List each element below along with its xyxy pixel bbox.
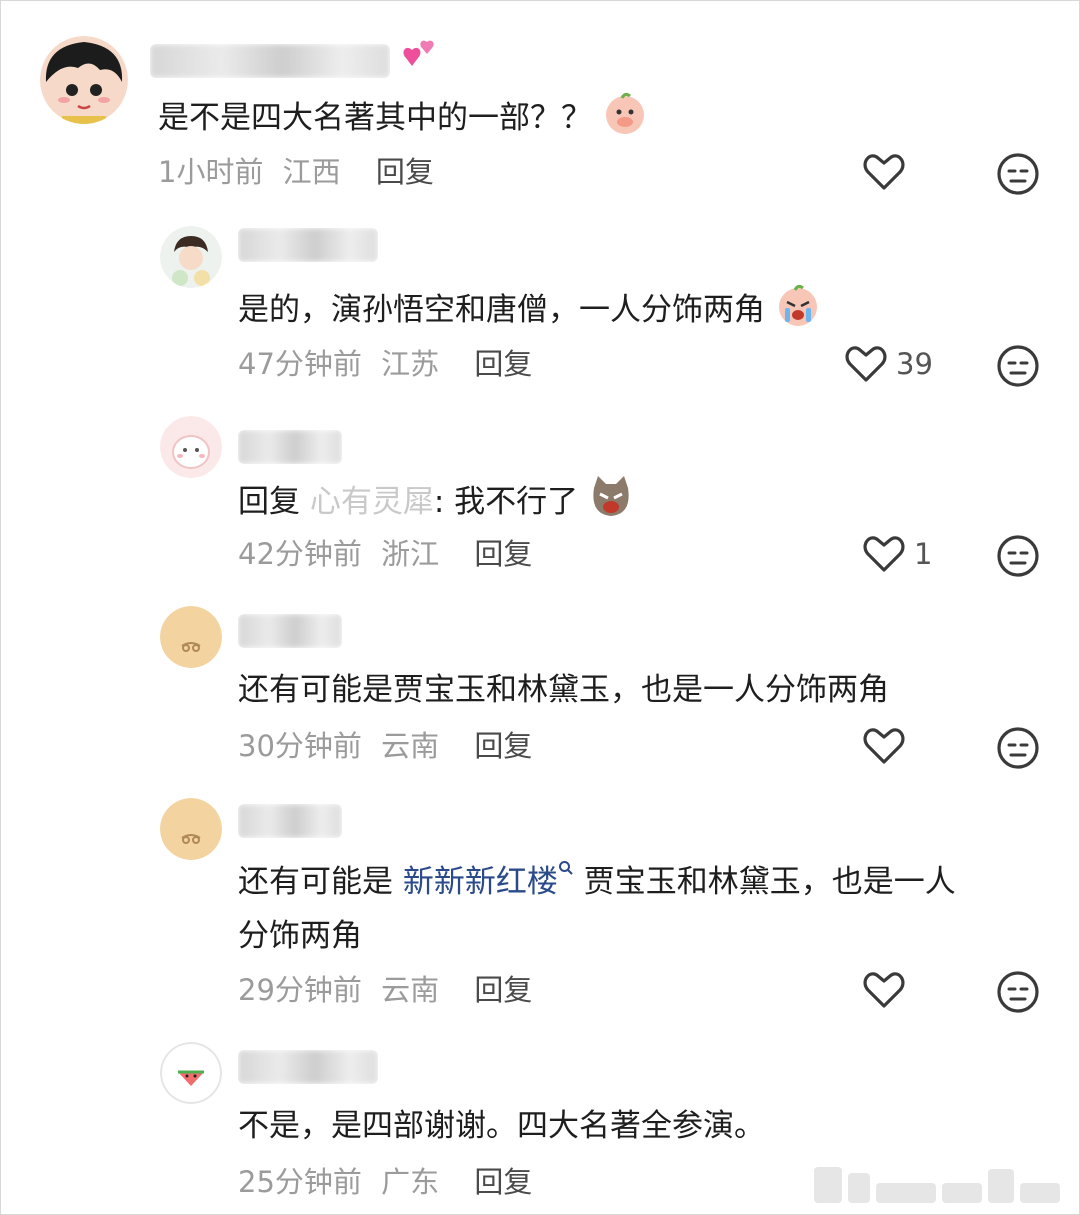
comment-text-content: : 我不行了 (433, 484, 579, 520)
reply-button[interactable]: 回复 (376, 155, 434, 189)
avatar-comment-3[interactable] (160, 416, 222, 478)
neutral-face-icon (997, 727, 1039, 769)
comment-text-line-2: 分饰两角 (238, 910, 362, 962)
heart-outline-icon (863, 728, 905, 764)
like-count: 39 (896, 347, 933, 381)
comment-location: 江苏 (381, 347, 440, 381)
like-button[interactable] (862, 726, 906, 766)
comment-time: 42分钟前 (238, 537, 362, 571)
comment-text: 还有可能是贾宝玉和林黛玉，也是一人分饰两角 (238, 664, 889, 716)
comment-meta: 1小时前 江西 回复 (158, 152, 434, 192)
comment-text: 是的，演孙悟空和唐僧，一人分饰两角 (238, 282, 821, 336)
avatar-comment-4[interactable] (160, 606, 222, 668)
dislike-button[interactable] (996, 344, 1040, 392)
comment-location: 浙江 (381, 537, 440, 571)
reply-button[interactable]: 回复 (474, 347, 532, 381)
comment-text-content: 是不是四大名著其中的一部？？ (158, 100, 592, 136)
comment-text: 不是，是四部谢谢。四大名著全参演。 (238, 1100, 765, 1152)
heart-outline-icon (863, 536, 905, 572)
reply-button[interactable]: 回复 (474, 537, 532, 571)
comment-meta: 25分钟前 广东 回复 (238, 1162, 532, 1202)
username-blurred[interactable] (238, 430, 342, 464)
avatar-comment-6[interactable] (160, 1042, 222, 1104)
heart-outline-icon (863, 154, 905, 190)
heart-outline-icon (845, 346, 887, 382)
username-blurred[interactable] (238, 1050, 378, 1084)
comment-time: 1小时前 (158, 155, 264, 189)
search-icon[interactable] (558, 860, 574, 876)
dislike-button[interactable] (996, 970, 1040, 1018)
watermark (814, 1167, 1060, 1203)
comment-time: 29分钟前 (238, 973, 362, 1007)
comment-meta: 42分钟前 浙江 回复 (238, 534, 532, 574)
username-blurred[interactable] (150, 44, 390, 78)
comment-text: 回复 心有灵犀: 我不行了 (238, 474, 634, 528)
neutral-face-icon (997, 153, 1039, 195)
avatar-comment-2[interactable] (160, 226, 222, 288)
neutral-face-icon (997, 535, 1039, 577)
comment-location: 江西 (282, 155, 341, 189)
dislike-button[interactable] (996, 534, 1040, 582)
like-button[interactable]: 1 (862, 534, 932, 574)
reply-button[interactable]: 回复 (474, 1165, 532, 1199)
neutral-face-icon (997, 971, 1039, 1013)
crying-cat-emoji (593, 476, 629, 516)
comment-text-content: 还有可能是贾宝玉和林黛玉，也是一人分饰两角 (238, 672, 889, 708)
comment-text-content: 是的，演孙悟空和唐僧，一人分饰两角 (238, 292, 765, 328)
comment-meta: 29分钟前 云南 回复 (238, 970, 532, 1010)
dislike-button[interactable] (996, 726, 1040, 774)
like-button[interactable]: 39 (844, 344, 933, 384)
comment-text: 还有可能是 新新新红楼 贾宝玉和林黛玉，也是一人 (238, 856, 956, 908)
like-button[interactable] (862, 152, 906, 192)
avatar-comment-1[interactable] (40, 36, 128, 124)
comment-text: 是不是四大名著其中的一部？？ (158, 90, 648, 144)
comment-meta: 30分钟前 云南 回复 (238, 726, 532, 766)
crying-peach-emoji (778, 284, 817, 326)
hearts-emoji (403, 40, 434, 66)
comment-location: 云南 (381, 729, 440, 763)
dislike-button[interactable] (996, 152, 1040, 200)
comment-time: 47分钟前 (238, 347, 362, 381)
reply-prefix: 回复 (238, 484, 300, 520)
username-blurred[interactable] (238, 228, 378, 262)
comment-time: 25分钟前 (238, 1165, 362, 1199)
neutral-face-icon (997, 345, 1039, 387)
comment-location: 广东 (381, 1165, 440, 1199)
search-link[interactable]: 新新新红楼 (403, 864, 558, 900)
comment-location: 云南 (381, 973, 440, 1007)
comment-text-content: 不是，是四部谢谢。四大名著全参演。 (238, 1108, 765, 1144)
avatar-comment-5[interactable] (160, 798, 222, 860)
username-blurred[interactable] (238, 614, 342, 648)
mentioned-user[interactable]: 心有灵犀 (310, 484, 434, 520)
comment-time: 30分钟前 (238, 729, 362, 763)
comment-text-content: 还有可能是 (238, 864, 403, 900)
heart-outline-icon (863, 972, 905, 1008)
comment-text-content: 贾宝玉和林黛玉，也是一人 (573, 864, 956, 900)
like-count: 1 (914, 537, 933, 571)
comment-meta: 47分钟前 江苏 回复 (238, 344, 532, 384)
peach-cover-mouth-emoji (605, 92, 644, 134)
like-button[interactable] (862, 970, 906, 1010)
reply-button[interactable]: 回复 (474, 973, 532, 1007)
comment-text-content: 分饰两角 (238, 918, 362, 954)
username-blurred[interactable] (238, 804, 342, 838)
reply-button[interactable]: 回复 (474, 729, 532, 763)
